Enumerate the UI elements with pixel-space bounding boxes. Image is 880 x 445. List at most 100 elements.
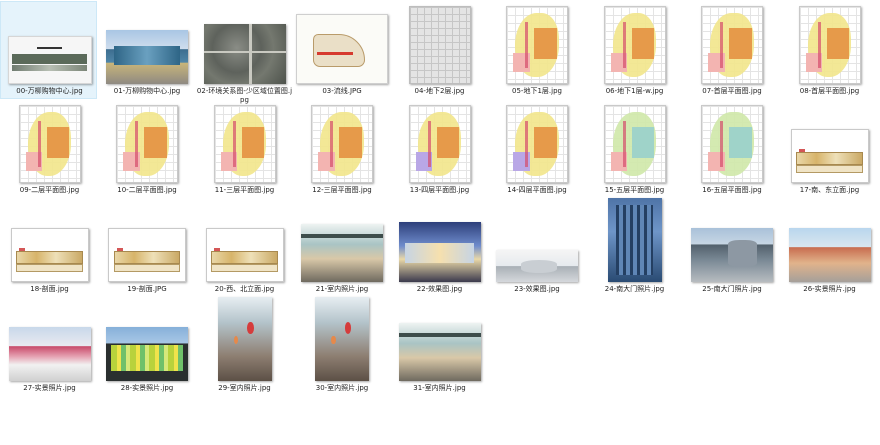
image-preview (203, 24, 286, 84)
file-item[interactable]: 28-实景照片.jpg (98, 298, 195, 396)
image-preview (506, 105, 568, 183)
file-item[interactable]: 24-南大门照片.jpg (585, 198, 682, 297)
image-preview (106, 30, 188, 84)
file-name-label: 03-流线.JPG (322, 87, 362, 95)
file-name-label: 04-地下2层.jpg (414, 87, 465, 95)
file-item[interactable]: 08-首层平面图.jpg (780, 1, 877, 99)
file-thumbnail (99, 101, 196, 186)
image-preview (398, 323, 481, 381)
file-thumbnail (391, 2, 488, 87)
file-item[interactable]: 04-地下2层.jpg (390, 1, 487, 99)
file-item[interactable]: 02-环境关系图-少区域位置图.jpg (195, 1, 292, 104)
file-name-label: 01-万柳购物中心.jpg (113, 87, 181, 95)
file-item[interactable]: 06-地下1层-w.jpg (585, 1, 682, 99)
file-name-label: 22-效果图.jpg (416, 285, 463, 293)
file-thumbnail (684, 2, 781, 87)
image-preview (106, 327, 188, 381)
file-thumbnail (1, 2, 98, 87)
image-preview (701, 6, 763, 84)
file-thumbnail (1, 200, 98, 285)
file-name-label: 25-南大门照片.jpg (702, 285, 762, 293)
file-item[interactable]: 19-剖面.JPG (98, 199, 195, 297)
file-item[interactable]: 31-室内照片.jpg (390, 298, 487, 396)
image-preview (18, 105, 81, 183)
file-item[interactable]: 00-万柳购物中心.jpg (0, 1, 97, 99)
file-name-label: 17-南、东立面.jpg (799, 186, 860, 194)
file-thumbnail (1, 299, 98, 384)
file-item[interactable]: 15-五层平面图.jpg (585, 100, 682, 198)
file-item[interactable]: 12-三层平面图.jpg (293, 100, 390, 198)
file-item[interactable]: 16-五层平面图.jpg (683, 100, 780, 198)
image-preview (691, 228, 773, 282)
image-preview (7, 36, 92, 84)
file-item[interactable]: 09-二层平面图.jpg (0, 100, 97, 198)
file-item[interactable]: 18-剖面.jpg (0, 199, 97, 297)
file-thumbnail (586, 2, 683, 87)
file-item[interactable]: 01-万柳购物中心.jpg (98, 1, 195, 99)
file-thumbnail (489, 101, 586, 186)
file-name-label: 19-剖面.JPG (127, 285, 167, 293)
file-name-label: 29-室内照片.jpg (218, 384, 271, 392)
file-thumbnail (781, 2, 878, 87)
file-item[interactable]: 11-三层平面图.jpg (195, 100, 292, 198)
file-item[interactable]: 10-二层平面图.jpg (98, 100, 195, 198)
file-name-label: 00-万柳购物中心.jpg (16, 87, 83, 95)
image-preview (205, 228, 284, 282)
file-thumbnail (294, 200, 391, 285)
file-item[interactable]: 17-南、东立面.jpg (780, 100, 877, 198)
file-name-label: 11-三层平面图.jpg (214, 186, 275, 194)
image-preview (8, 327, 91, 381)
file-item[interactable]: 20-西、北立面.jpg (195, 199, 292, 297)
file-item[interactable]: 21-室内照片.jpg (293, 199, 390, 297)
file-grid: 00-万柳购物中心.jpg 01-万柳购物中心.jpg 02-环境关系图-少区域位置… (0, 0, 880, 445)
file-item[interactable]: 29-室内照片.jpg (195, 297, 293, 396)
file-thumbnail (781, 200, 878, 285)
image-preview (10, 228, 89, 282)
image-preview (116, 105, 178, 183)
file-name-label: 09-二层平面图.jpg (19, 186, 80, 194)
file-name-label: 30-室内照片.jpg (315, 384, 369, 392)
file-item[interactable]: 03-流线.JPG (293, 1, 390, 99)
image-preview (398, 222, 481, 282)
file-thumbnail (489, 2, 586, 87)
file-name-label: 13-四层平面图.jpg (409, 186, 470, 194)
file-item[interactable]: 05-地下1层.jpg (488, 1, 585, 99)
file-thumbnail (1, 101, 98, 186)
file-name-label: 15-五层平面图.jpg (604, 186, 665, 194)
file-name-label: 14-四层平面图.jpg (507, 186, 567, 194)
file-thumbnail (489, 200, 586, 285)
file-name-label: 07-首层平面图.jpg (702, 87, 762, 95)
file-name-label: 31-室内照片.jpg (413, 384, 466, 392)
image-preview (296, 14, 388, 84)
file-item[interactable]: 25-南大门照片.jpg (683, 199, 780, 297)
file-thumbnail (99, 299, 196, 384)
image-preview (496, 250, 578, 282)
file-thumbnail (684, 200, 781, 285)
file-item[interactable]: 30-室内照片.jpg (293, 297, 390, 396)
file-thumbnail (196, 297, 293, 384)
file-item[interactable]: 23-效果图.jpg (488, 199, 585, 297)
file-thumbnail (684, 101, 781, 186)
file-name-label: 16-五层平面图.jpg (702, 186, 762, 194)
file-item[interactable]: 14-四层平面图.jpg (488, 100, 585, 198)
image-preview (603, 105, 666, 183)
image-preview (217, 297, 272, 381)
file-name-label: 05-地下1层.jpg (512, 87, 562, 95)
file-name-label: 06-地下1层-w.jpg (605, 87, 664, 95)
image-preview (798, 6, 861, 84)
file-thumbnail (586, 101, 683, 186)
file-item[interactable]: 07-首层平面图.jpg (683, 1, 780, 99)
file-name-label: 18-剖面.jpg (30, 285, 69, 293)
file-thumbnail (781, 101, 878, 186)
file-name-label: 24-南大门照片.jpg (604, 285, 665, 293)
image-preview (788, 228, 871, 282)
file-item[interactable]: 27-实景照片.jpg (0, 298, 97, 396)
file-name-label: 28-实景照片.jpg (120, 384, 174, 392)
image-preview (301, 224, 383, 282)
file-thumbnail (391, 200, 488, 285)
file-item[interactable]: 13-四层平面图.jpg (390, 100, 487, 198)
file-item[interactable]: 22-效果图.jpg (390, 199, 487, 297)
file-name-label: 10-二层平面图.jpg (117, 186, 177, 194)
file-item[interactable]: 26-实景照片.jpg (780, 199, 877, 297)
image-preview (506, 6, 568, 84)
